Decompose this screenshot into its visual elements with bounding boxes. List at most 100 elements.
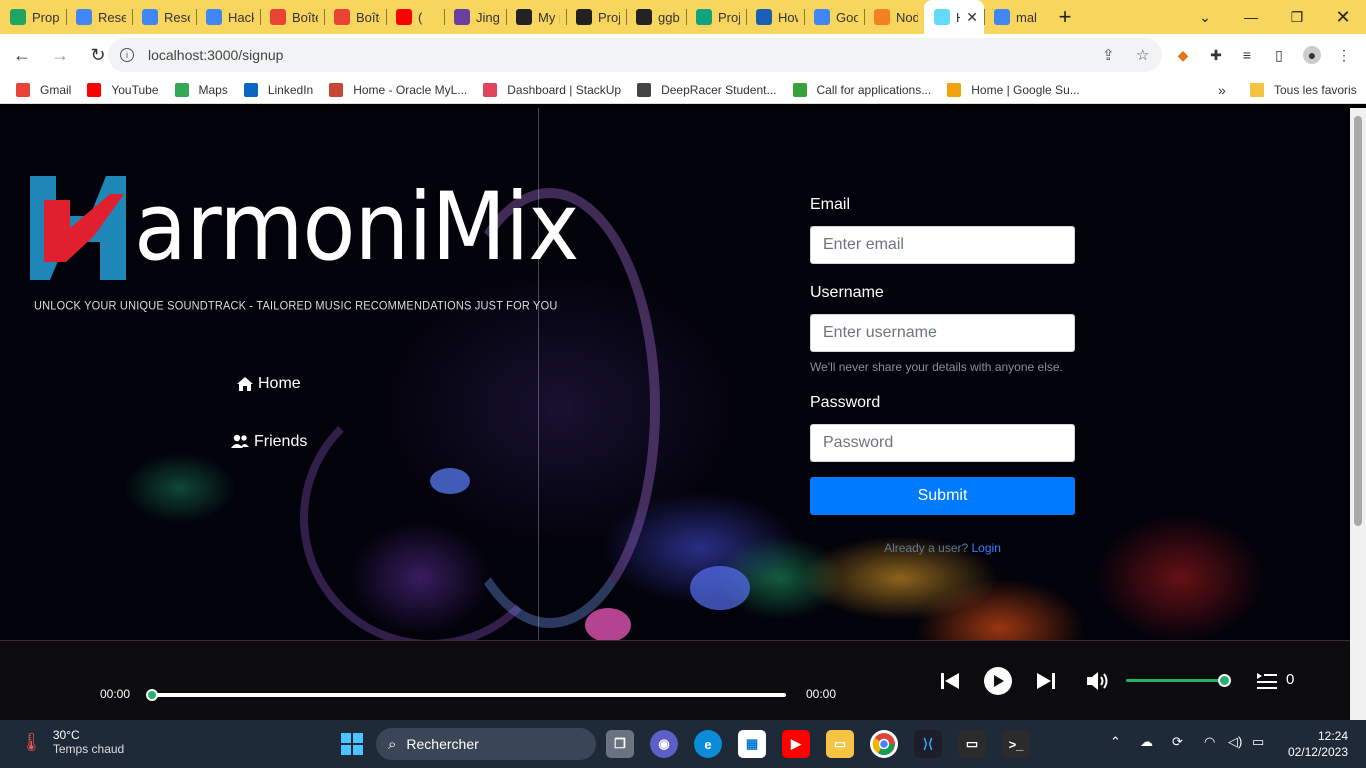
back-button[interactable]: ←	[6, 39, 38, 71]
seek-handle[interactable]	[146, 689, 158, 701]
volume-slider[interactable]	[1126, 679, 1226, 682]
file-explorer-icon[interactable]: ▭	[826, 730, 854, 758]
youtube-app-icon[interactable]: ▶	[782, 730, 810, 758]
volume-handle[interactable]	[1218, 674, 1231, 687]
media-control-icon[interactable]: ≡	[1238, 46, 1256, 64]
bookmark-item[interactable]: Call for applications...	[792, 82, 931, 97]
microsoft-store-icon[interactable]: ▦	[738, 730, 766, 758]
music-note-decoration	[585, 608, 631, 640]
sync-icon[interactable]: ⟳	[1172, 734, 1183, 750]
bookmark-item[interactable]: Gmail	[16, 82, 71, 97]
browser-tab[interactable]: Proj	[566, 0, 626, 34]
wifi-icon[interactable]: ◠	[1204, 734, 1215, 750]
chrome-icon[interactable]	[870, 730, 898, 758]
bookmark-item[interactable]: Home | Google Su...	[947, 82, 1080, 97]
terminal-icon[interactable]: >_	[1002, 730, 1030, 758]
previous-track-icon[interactable]	[938, 669, 962, 693]
browser-tab[interactable]: Boîte	[324, 0, 386, 34]
username-field[interactable]	[810, 314, 1075, 352]
browser-tab[interactable]: Hack	[196, 0, 260, 34]
taskbar-search[interactable]: ⌕ Rechercher	[376, 728, 596, 760]
browser-tab[interactable]: Prop	[0, 0, 66, 34]
bookmark-item[interactable]: Home - Oracle MyL...	[329, 82, 467, 97]
profile-avatar[interactable]: ●	[1303, 46, 1321, 64]
task-view-icon[interactable]: ❐	[606, 730, 634, 758]
system-clock[interactable]: 12:24 02/12/2023	[1282, 728, 1348, 760]
tab-title: Rese	[164, 9, 190, 25]
browser-tab[interactable]: Rese	[66, 0, 132, 34]
bookmark-item[interactable]: YouTube	[87, 82, 159, 97]
tab-title: Proj	[598, 9, 620, 25]
side-panel-icon[interactable]: ▯	[1270, 46, 1288, 64]
youtube-icon	[87, 82, 102, 97]
browser-tab[interactable]: mak	[984, 0, 1042, 34]
browser-tab[interactable]: Boîte	[260, 0, 324, 34]
deepracer-icon	[637, 82, 652, 97]
thermometer-icon: 🌡	[20, 731, 43, 752]
nav-home-link[interactable]: Home	[236, 375, 301, 393]
site-info-icon[interactable]: i	[120, 48, 134, 62]
clock-time: 12:24	[1317, 729, 1348, 743]
tagline: UNLOCK YOUR UNIQUE SOUNDTRACK - TAILORED…	[34, 299, 558, 313]
teams-chat-icon[interactable]: ◉	[650, 730, 678, 758]
tab-search-chevron-icon[interactable]: ⌄	[1182, 0, 1228, 34]
share-icon[interactable]: ⇪	[1102, 46, 1115, 64]
all-bookmarks-folder[interactable]: Tous les favoris	[1250, 82, 1357, 97]
browser-tab[interactable]: Proj	[686, 0, 746, 34]
address-bar[interactable]: i localhost:3000/signup ⇪ ☆	[108, 38, 1162, 72]
seek-bar[interactable]	[152, 693, 786, 697]
browser-tab[interactable]: H✕	[924, 0, 984, 34]
email-field[interactable]	[810, 226, 1075, 264]
next-track-icon[interactable]	[1034, 669, 1058, 693]
users-icon	[230, 434, 250, 450]
queue-icon[interactable]	[1256, 671, 1278, 691]
browser-tab[interactable]: My p	[506, 0, 566, 34]
vscode-icon[interactable]: ⟩⟨	[914, 730, 942, 758]
browser-tab[interactable]: Goo	[804, 0, 864, 34]
tab-title: Rese	[98, 9, 126, 25]
all-bookmarks-label: Tous les favoris	[1274, 82, 1357, 97]
metamask-icon[interactable]: ◆	[1174, 46, 1192, 64]
browser-tab[interactable]: ggb	[626, 0, 686, 34]
browser-tab[interactable]: How	[746, 0, 804, 34]
password-field[interactable]	[810, 424, 1075, 462]
url-text[interactable]: localhost:3000/signup	[148, 47, 283, 63]
bookmark-item[interactable]: Dashboard | StackUp	[483, 82, 621, 97]
minimize-button[interactable]: —	[1228, 0, 1274, 34]
bookmark-item[interactable]: LinkedIn	[243, 82, 313, 97]
browser-tab[interactable]: (	[386, 0, 444, 34]
bookmark-star-icon[interactable]: ☆	[1136, 46, 1149, 64]
maximize-button[interactable]: ❐	[1274, 0, 1320, 34]
browser-tab[interactable]: Nod	[864, 0, 924, 34]
command-prompt-icon[interactable]: ▭	[958, 730, 986, 758]
google-docs-icon	[76, 9, 92, 25]
speaker-icon[interactable]: ◁)	[1228, 734, 1242, 750]
edge-icon[interactable]: e	[694, 730, 722, 758]
music-player-bar: 00:00 00:00 0	[0, 640, 1350, 720]
submit-button[interactable]: Submit	[810, 477, 1075, 515]
windows-start-icon[interactable]	[338, 730, 366, 758]
page-scrollbar[interactable]	[1350, 108, 1366, 720]
close-tab-icon[interactable]: ✕	[966, 9, 978, 26]
extensions-puzzle-icon[interactable]: ✚	[1207, 46, 1225, 64]
browser-menu-icon[interactable]: ⋮	[1335, 46, 1353, 64]
volume-icon[interactable]	[1084, 669, 1112, 693]
battery-icon[interactable]: ▭	[1252, 734, 1264, 750]
show-hidden-icons-chevron[interactable]: ⌃	[1110, 734, 1121, 750]
browser-tab[interactable]: Jingl	[444, 0, 506, 34]
nav-friends-link[interactable]: Friends	[230, 433, 307, 451]
play-icon[interactable]	[984, 667, 1012, 695]
alx-icon	[516, 9, 532, 25]
scrollbar-thumb[interactable]	[1354, 116, 1362, 526]
weather-widget[interactable]: 🌡 30°C Temps chaud	[20, 728, 124, 756]
bookmark-item[interactable]: Maps	[174, 82, 228, 97]
signup-form: Email Username We'll never share your de…	[810, 196, 1075, 555]
forward-button[interactable]: →	[44, 39, 76, 71]
onedrive-icon[interactable]: ☁	[1140, 734, 1153, 750]
close-window-button[interactable]: ✕	[1320, 0, 1366, 34]
browser-tab[interactable]: Rese	[132, 0, 196, 34]
bookmark-item[interactable]: DeepRacer Student...	[637, 82, 777, 97]
login-link[interactable]: Login	[972, 541, 1001, 555]
more-bookmarks-icon[interactable]: »	[1218, 82, 1226, 98]
new-tab-button[interactable]: +	[1050, 2, 1080, 32]
